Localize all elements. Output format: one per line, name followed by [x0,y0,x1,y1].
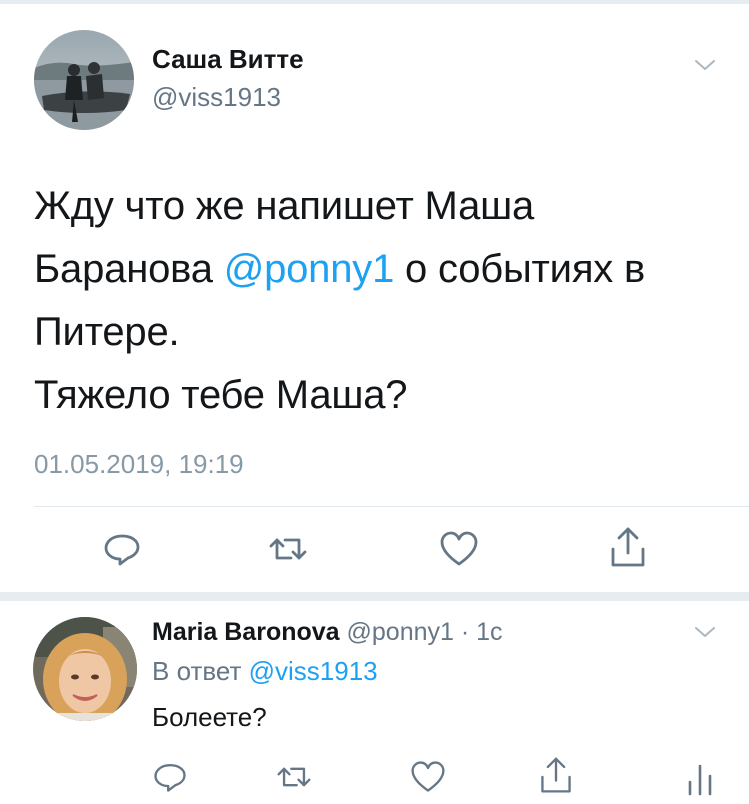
tweet-line-1: Жду что же напишет Маша [34,175,724,238]
reply-time[interactable]: 1с [476,618,502,646]
tweet-line-4: Тяжело тебе Маша? [34,364,724,427]
mention-link[interactable]: @ponny1 [224,247,395,291]
reply-button[interactable] [100,527,144,571]
share-button[interactable] [606,524,650,572]
tweet-line-3: Питере. [34,301,724,364]
avatar-photo [33,617,137,721]
reply-text: Болеете? [152,702,267,732]
tweet-text-segment: Питере. [34,310,180,354]
like-icon [440,531,478,566]
retweet-icon [277,767,311,787]
section-separator [0,592,749,601]
meta-separator: · [453,618,477,646]
share-icon [541,757,571,793]
chevron-down-icon[interactable] [694,58,716,72]
author-handle[interactable]: @viss1913 [152,82,281,113]
reply-icon [104,534,140,566]
like-button[interactable] [408,757,448,797]
tweet-text-segment: Баранова [34,247,224,291]
author-avatar[interactable] [34,30,134,130]
avatar-photo [34,30,134,130]
chevron-down-icon[interactable] [694,625,716,639]
replying-to-label: В ответ [152,656,249,686]
reply-author-avatar[interactable] [33,617,137,721]
tweet-timestamp[interactable]: 01.05.2019, 19:19 [34,449,244,480]
replying-to-mention[interactable]: @viss1913 [249,656,378,686]
replying-to: В ответ @viss1913 [152,656,378,687]
retweet-icon [269,538,307,560]
tweet-text-segment: о событиях в [394,247,646,291]
tweet-line-2: Баранова @ponny1 о событиях в [34,238,724,301]
divider [34,506,749,507]
like-icon [411,761,445,792]
reply-header: Maria Baronova @ponny1 · 1с [152,618,503,647]
tweet-text: Жду что же напишет Маша Баранова @ponny1… [34,175,724,427]
stats-icon [688,764,712,796]
retweet-button[interactable] [272,757,316,797]
share-icon [611,527,645,567]
retweet-button[interactable] [264,527,312,571]
author-display-name[interactable]: Саша Витте [152,44,304,75]
reply-button[interactable] [150,757,190,797]
like-button[interactable] [437,527,481,571]
reply-author-display-name[interactable]: Maria Baronova [152,618,340,646]
tweet-text-segment: Жду что же напишет Маша [34,184,535,228]
reply-author-handle[interactable]: @ponny1 [347,618,454,646]
reply-icon [154,764,186,792]
tweet-text-segment: Тяжело тебе Маша? [34,373,408,417]
share-button[interactable] [536,754,576,798]
stats-button[interactable] [680,757,720,797]
